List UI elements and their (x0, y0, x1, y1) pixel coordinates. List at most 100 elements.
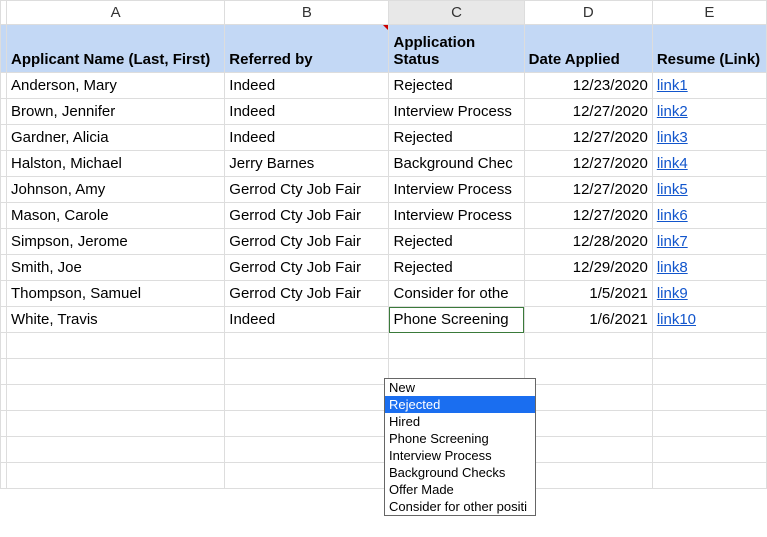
col-header-A[interactable]: A (7, 1, 225, 25)
header-date[interactable]: Date Applied (524, 25, 652, 73)
cell-resume[interactable]: link6 (652, 203, 766, 229)
cell-empty[interactable] (7, 463, 225, 489)
cell-resume[interactable]: link3 (652, 125, 766, 151)
cell-status[interactable]: Interview Process (389, 177, 524, 203)
resume-link[interactable]: link10 (657, 311, 696, 328)
dropdown-option[interactable]: Interview Process (385, 447, 535, 464)
cell-status[interactable]: Rejected (389, 229, 524, 255)
cell-referred[interactable]: Indeed (225, 99, 389, 125)
cell-empty[interactable] (7, 385, 225, 411)
cell-empty[interactable] (225, 437, 389, 463)
cell-empty[interactable] (7, 437, 225, 463)
cell-referred[interactable]: Gerrod Cty Job Fair (225, 177, 389, 203)
dropdown-button[interactable] (524, 312, 525, 328)
resume-link[interactable]: link6 (657, 207, 688, 224)
cell-date[interactable]: 12/27/2020 (524, 177, 652, 203)
cell-empty[interactable] (389, 333, 524, 359)
cell-empty[interactable] (225, 333, 389, 359)
cell-referred[interactable]: Jerry Barnes (225, 151, 389, 177)
cell-empty[interactable] (652, 385, 766, 411)
cell-resume[interactable]: link1 (652, 73, 766, 99)
cell-status[interactable]: Background Chec (389, 151, 524, 177)
cell-resume[interactable]: link10 (652, 307, 766, 333)
cell-name[interactable]: Thompson, Samuel (7, 281, 225, 307)
cell-resume[interactable]: link5 (652, 177, 766, 203)
resume-link[interactable]: link2 (657, 103, 688, 120)
cell-empty[interactable] (652, 463, 766, 489)
cell-date[interactable]: 1/6/2021 (524, 307, 652, 333)
dropdown-option[interactable]: Background Checks (385, 464, 535, 481)
cell-status[interactable]: Consider for othe (389, 281, 524, 307)
status-dropdown[interactable]: NewRejectedHiredPhone ScreeningInterview… (384, 378, 536, 516)
cell-status[interactable]: Rejected (389, 125, 524, 151)
cell-referred[interactable]: Gerrod Cty Job Fair (225, 203, 389, 229)
cell-empty[interactable] (524, 463, 652, 489)
cell-name[interactable]: Halston, Michael (7, 151, 225, 177)
cell-empty[interactable] (524, 385, 652, 411)
dropdown-option[interactable]: Consider for other positi (385, 498, 535, 515)
resume-link[interactable]: link5 (657, 181, 688, 198)
cell-name[interactable]: Johnson, Amy (7, 177, 225, 203)
cell-name[interactable]: Anderson, Mary (7, 73, 225, 99)
cell-empty[interactable] (225, 385, 389, 411)
cell-name[interactable]: White, Travis (7, 307, 225, 333)
cell-referred[interactable]: Gerrod Cty Job Fair (225, 281, 389, 307)
cell-date[interactable]: 12/28/2020 (524, 229, 652, 255)
dropdown-option[interactable]: Offer Made (385, 481, 535, 498)
cell-empty[interactable] (7, 333, 225, 359)
cell-date[interactable]: 12/27/2020 (524, 151, 652, 177)
cell-resume[interactable]: link2 (652, 99, 766, 125)
cell-empty[interactable] (524, 359, 652, 385)
cell-empty[interactable] (652, 359, 766, 385)
cell-resume[interactable]: link7 (652, 229, 766, 255)
header-resume[interactable]: Resume (Link) (652, 25, 766, 73)
cell-status[interactable]: Interview Process (389, 99, 524, 125)
cell-name[interactable]: Smith, Joe (7, 255, 225, 281)
resume-link[interactable]: link1 (657, 77, 688, 94)
col-header-D[interactable]: D (524, 1, 652, 25)
resume-link[interactable]: link3 (657, 129, 688, 146)
dropdown-option[interactable]: Phone Screening (385, 430, 535, 447)
header-referred[interactable]: Referred by (225, 25, 389, 73)
cell-empty[interactable] (652, 437, 766, 463)
cell-referred[interactable]: Gerrod Cty Job Fair (225, 255, 389, 281)
cell-referred[interactable]: Indeed (225, 73, 389, 99)
resume-link[interactable]: link4 (657, 155, 688, 172)
cell-empty[interactable] (225, 463, 389, 489)
resume-link[interactable]: link9 (657, 285, 688, 302)
cell-empty[interactable] (524, 411, 652, 437)
cell-status[interactable]: Rejected (389, 73, 524, 99)
dropdown-option[interactable]: New (385, 379, 535, 396)
cell-empty[interactable] (524, 437, 652, 463)
cell-name[interactable]: Simpson, Jerome (7, 229, 225, 255)
header-name[interactable]: Applicant Name (Last, First) (7, 25, 225, 73)
cell-status[interactable]: Interview Process (389, 203, 524, 229)
cell-status[interactable]: Phone Screening (389, 307, 524, 333)
col-header-E[interactable]: E (652, 1, 766, 25)
cell-name[interactable]: Brown, Jennifer (7, 99, 225, 125)
cell-empty[interactable] (652, 411, 766, 437)
cell-date[interactable]: 12/27/2020 (524, 203, 652, 229)
dropdown-option[interactable]: Rejected (385, 396, 535, 413)
cell-resume[interactable]: link8 (652, 255, 766, 281)
cell-empty[interactable] (7, 359, 225, 385)
cell-date[interactable]: 12/27/2020 (524, 99, 652, 125)
resume-link[interactable]: link8 (657, 259, 688, 276)
cell-empty[interactable] (652, 333, 766, 359)
cell-date[interactable]: 1/5/2021 (524, 281, 652, 307)
col-header-B[interactable]: B (225, 1, 389, 25)
cell-empty[interactable] (524, 333, 652, 359)
col-header-C[interactable]: C (389, 1, 524, 25)
cell-referred[interactable]: Indeed (225, 307, 389, 333)
cell-name[interactable]: Gardner, Alicia (7, 125, 225, 151)
cell-status[interactable]: Rejected (389, 255, 524, 281)
cell-date[interactable]: 12/23/2020 (524, 73, 652, 99)
cell-date[interactable]: 12/27/2020 (524, 125, 652, 151)
cell-empty[interactable] (225, 359, 389, 385)
cell-name[interactable]: Mason, Carole (7, 203, 225, 229)
cell-referred[interactable]: Gerrod Cty Job Fair (225, 229, 389, 255)
cell-referred[interactable]: Indeed (225, 125, 389, 151)
cell-resume[interactable]: link9 (652, 281, 766, 307)
cell-resume[interactable]: link4 (652, 151, 766, 177)
header-status[interactable]: Application Status (389, 25, 524, 73)
